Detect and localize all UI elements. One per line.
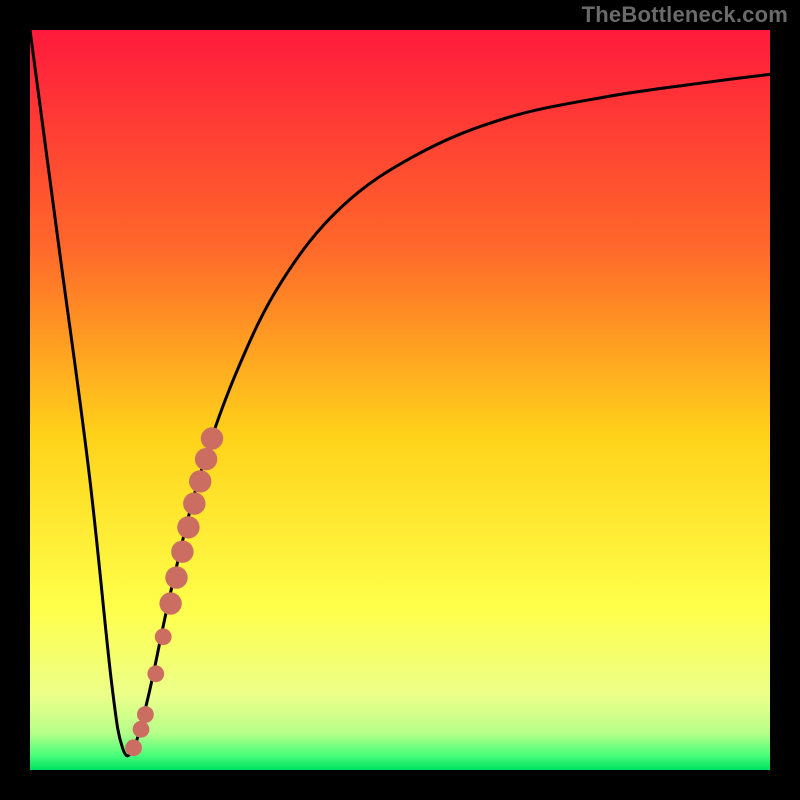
highlight-dot xyxy=(165,566,187,588)
chart-frame: TheBottleneck.com xyxy=(0,0,800,800)
highlight-dot xyxy=(201,427,223,449)
highlight-dot xyxy=(125,739,142,756)
highlight-dot xyxy=(147,665,164,682)
highlight-dot xyxy=(155,628,172,645)
highlight-dot xyxy=(183,492,205,514)
bottleneck-chart xyxy=(0,0,800,800)
highlight-dot xyxy=(189,470,211,492)
highlight-dot xyxy=(159,592,181,614)
highlight-dot xyxy=(195,448,217,470)
highlight-dot xyxy=(171,541,193,563)
plot-area xyxy=(30,30,770,770)
highlight-dot xyxy=(137,706,154,723)
highlight-dot xyxy=(133,721,150,738)
watermark-text: TheBottleneck.com xyxy=(582,2,788,28)
highlight-dot xyxy=(177,516,199,538)
